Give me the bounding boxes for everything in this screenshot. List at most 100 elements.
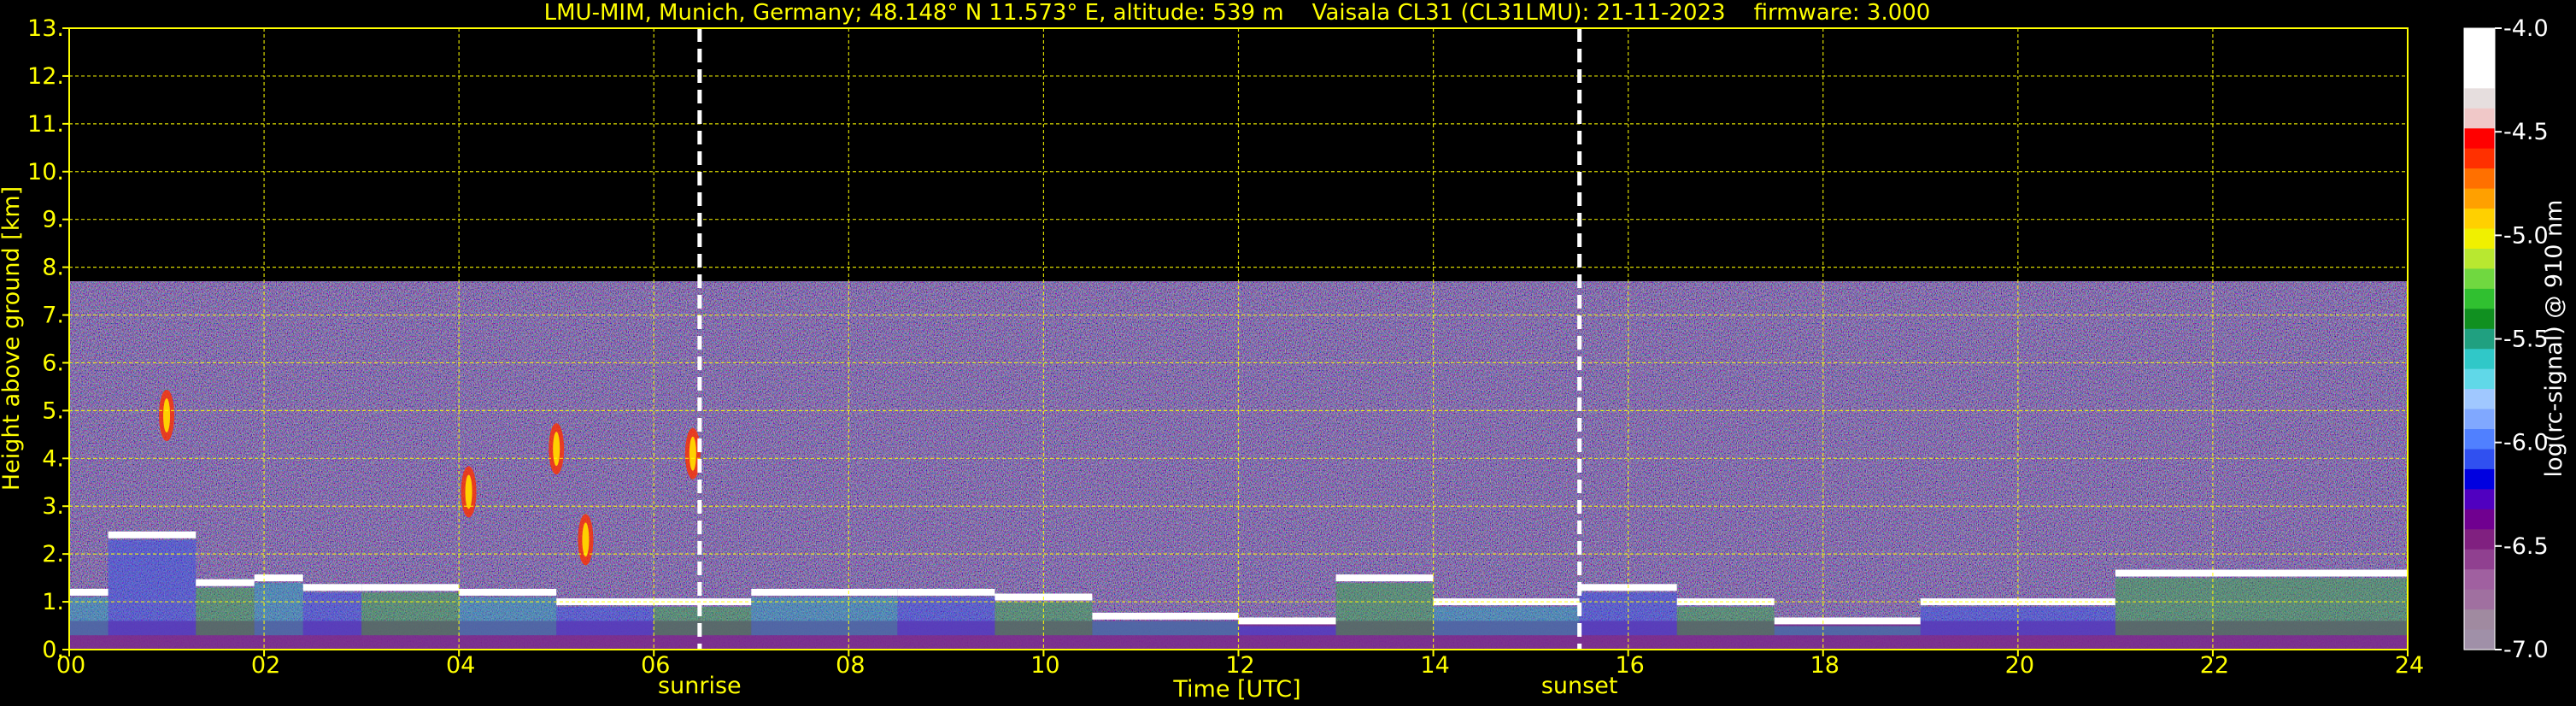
mid-cloud-core: [163, 397, 171, 432]
colorbar-segment: [2464, 468, 2495, 490]
cloud-layer: [69, 588, 109, 596]
x-tick-label: 06: [641, 652, 670, 679]
colorbar-label: log(rc-signal) @ 910 nm: [2541, 200, 2567, 478]
colorbar-segment: [2464, 549, 2495, 570]
colorbar-segment: [2464, 268, 2495, 290]
x-tick-label: 16: [1615, 652, 1644, 679]
colorbar-segment: [2464, 609, 2495, 631]
aerosol-band: [361, 592, 460, 636]
cloud-layer: [196, 579, 255, 586]
x-tick-label: 10: [1030, 652, 1059, 679]
y-tick-label: 6.: [42, 350, 64, 376]
y-tick-label: 7.: [42, 303, 64, 329]
colorbar-tick-label: -6.5: [2503, 533, 2549, 560]
x-tick-label: 02: [251, 652, 280, 679]
cloud-layer: [1092, 612, 1239, 620]
y-tick-label: 3.: [42, 493, 64, 520]
y-tick-label: 13.: [27, 15, 64, 42]
y-tick-label: 12.: [27, 63, 64, 90]
sunset-label: sunset: [1541, 673, 1618, 699]
colorbar-segment: [2464, 309, 2495, 330]
sunrise-label: sunrise: [658, 673, 742, 699]
colorbar-segment: [2464, 589, 2495, 610]
x-tick-label: 12: [1225, 652, 1254, 679]
colorbar-segment: [2464, 48, 2495, 69]
aerosol-band: [69, 597, 109, 636]
cloud-layer: [254, 574, 303, 582]
cloud-layer: [459, 588, 557, 596]
colorbar-segment: [2464, 509, 2495, 530]
colorbar-segment: [2464, 569, 2495, 591]
colorbar-segment: [2464, 409, 2495, 430]
y-tick-label: 2.: [42, 541, 64, 568]
colorbar-segment: [2464, 128, 2495, 150]
aerosol-band: [302, 592, 362, 636]
x-tick-label: 08: [836, 652, 865, 679]
colorbar-segment: [2464, 489, 2495, 510]
aerosol-band: [1238, 626, 1336, 636]
colorbar-segment: [2464, 108, 2495, 129]
aerosol-band: [1433, 607, 1580, 636]
x-tick-label: 18: [1810, 652, 1840, 679]
aerosol-band: [2115, 578, 2408, 636]
mid-cloud-core: [465, 474, 472, 509]
aerosol-band: [751, 597, 898, 636]
x-tick-label: 04: [446, 652, 475, 679]
y-tick-label: 11.: [27, 111, 64, 138]
cloud-layer: [302, 584, 362, 591]
aerosol-band: [995, 602, 1093, 636]
colorbar-segment: [2464, 188, 2495, 209]
y-tick-label: 0.: [42, 637, 64, 663]
aerosol-band: [1335, 583, 1434, 636]
aerosol-band: [1774, 626, 1921, 636]
colorbar-segment: [2464, 68, 2495, 89]
y-tick-label: 5.: [42, 397, 64, 424]
mid-cloud-core: [582, 522, 590, 557]
colorbar-segment: [2464, 389, 2495, 410]
colorbar-segment: [2464, 248, 2495, 270]
x-axis-label: Time [UTC]: [1172, 676, 1300, 703]
x-tick-label: 20: [2005, 652, 2034, 679]
colorbar-segment: [2464, 328, 2495, 350]
aerosol-band: [556, 607, 654, 636]
aerosol-band: [459, 597, 557, 636]
colorbar-segment: [2464, 209, 2495, 230]
y-axis-label: Height above ground [km]: [0, 186, 25, 491]
aerosol-band: [108, 539, 197, 636]
aerosol-band: [897, 597, 995, 636]
colorbar-segment: [2464, 288, 2495, 309]
colorbar-segment: [2464, 349, 2495, 370]
cloud-layer: [1238, 617, 1336, 625]
colorbar-segment: [2464, 168, 2495, 190]
cloud-layer: [361, 584, 460, 591]
colorbar-segment: [2464, 529, 2495, 550]
x-tick-label: 14: [1420, 652, 1449, 679]
aerosol-band: [1092, 621, 1239, 636]
aerosol-band: [196, 587, 255, 636]
colorbar-segment: [2464, 228, 2495, 250]
chart-title: LMU-MIM, Munich, Germany; 48.148° N 11.5…: [544, 0, 1931, 26]
colorbar-segment: [2464, 28, 2495, 50]
colorbar-tick-label: -4.5: [2503, 119, 2549, 145]
cloud-layer: [1335, 574, 1434, 582]
colorbar-tick-label: -4.0: [2503, 15, 2549, 42]
y-tick-label: 9.: [42, 207, 64, 233]
cloud-layer: [751, 588, 898, 596]
colorbar-segment: [2464, 148, 2495, 169]
mid-cloud-core: [689, 436, 696, 471]
aerosol-band: [654, 607, 752, 636]
ceilometer-chart: LMU-MIM, Munich, Germany; 48.148° N 11.5…: [0, 0, 2576, 706]
cloud-layer: [1774, 617, 1921, 625]
cloud-layer: [897, 588, 995, 596]
colorbar-segment: [2464, 449, 2495, 470]
mid-cloud-core: [553, 432, 560, 467]
aerosol-band: [1676, 607, 1775, 636]
colorbar-segment: [2464, 629, 2495, 650]
cloud-layer: [2115, 569, 2408, 577]
x-tick-label: 24: [2395, 652, 2424, 679]
colorbar-segment: [2464, 88, 2495, 109]
aerosol-band: [254, 583, 303, 636]
y-tick-label: 1.: [42, 589, 64, 615]
y-tick-label: 4.: [42, 445, 64, 472]
y-tick-label: 8.: [42, 255, 64, 281]
